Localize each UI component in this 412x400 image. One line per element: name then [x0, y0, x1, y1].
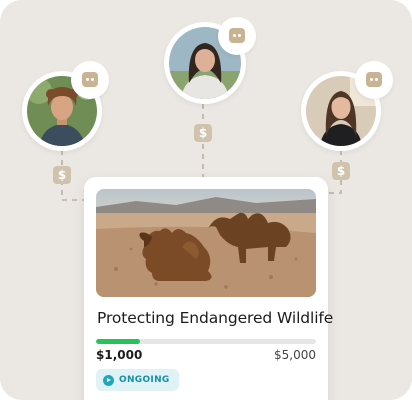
campaign-title[interactable]: Protecting Endangered Wildlife: [97, 309, 333, 327]
message-button[interactable]: [71, 61, 109, 99]
dollar-icon: $: [194, 124, 212, 142]
status-badge: ONGOING: [96, 369, 179, 391]
donation-illustration: $ $ $ Protecting Endangered Wildlife $1,…: [0, 0, 412, 400]
status-label: ONGOING: [119, 375, 170, 385]
message-button[interactable]: [355, 61, 393, 99]
message-button[interactable]: [218, 17, 256, 55]
chat-bubble-icon: [229, 28, 245, 43]
chat-bubble-icon: [366, 72, 382, 87]
campaign-card[interactable]: Protecting Endangered Wildlife $1,000 $5…: [84, 177, 333, 400]
amount-raised: $1,000: [96, 348, 143, 362]
chat-bubble-icon: [82, 72, 98, 87]
campaign-image: [96, 189, 316, 297]
funding-goal: $5,000: [274, 348, 316, 362]
play-icon: [103, 374, 114, 386]
funding-progress-bar: [96, 339, 316, 344]
dollar-icon: $: [332, 162, 350, 180]
dollar-icon: $: [53, 166, 71, 184]
funding-progress-fill: [96, 339, 140, 344]
